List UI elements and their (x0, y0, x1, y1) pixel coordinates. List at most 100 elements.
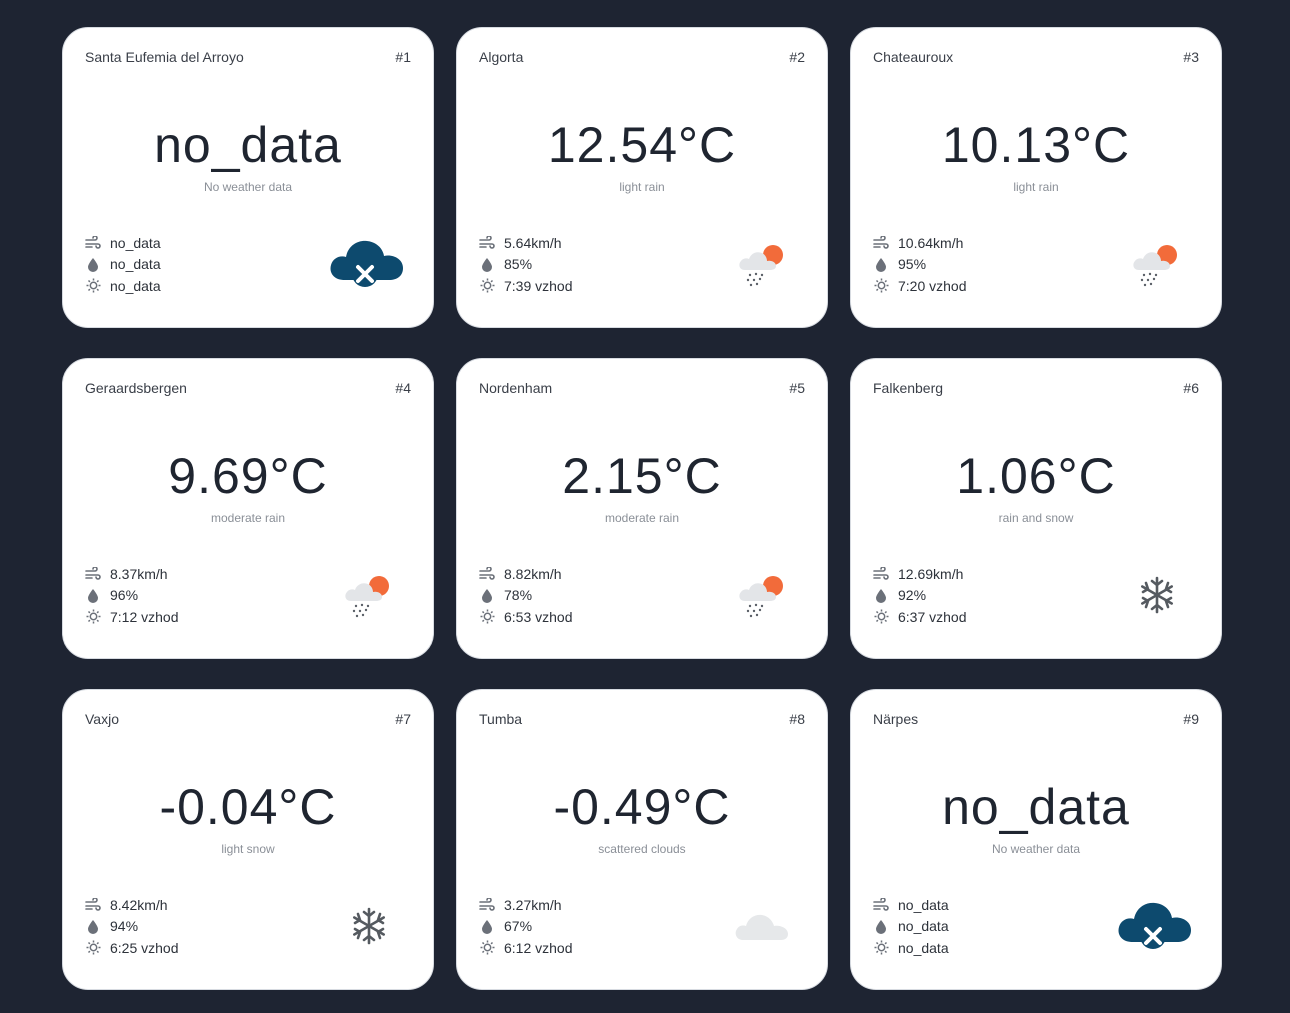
sunrise-stat: 7:12 vzhod (85, 606, 179, 628)
humidity-value: 67% (504, 918, 533, 935)
card-index: #6 (1183, 380, 1199, 396)
wind-icon (479, 897, 495, 913)
humidity-stat: 94% (85, 916, 179, 938)
weather-card[interactable]: Närpes #9 no_data No weather data no_dat… (850, 689, 1222, 990)
temperature: 9.69°C (168, 448, 328, 504)
weather-card[interactable]: Falkenberg #6 1.06°C rain and snow 12.69… (850, 358, 1222, 659)
sun-icon (873, 278, 889, 294)
temperature: 2.15°C (562, 448, 722, 504)
cloud-icon (733, 906, 791, 949)
wind-stat: no_data (873, 894, 949, 916)
sun-icon (479, 278, 495, 294)
humidity-value: 78% (504, 587, 533, 604)
card-index: #3 (1183, 49, 1199, 65)
wind-stat: 5.64km/h (479, 232, 573, 254)
card-index: #8 (789, 711, 805, 727)
humidity-value: no_data (110, 256, 161, 273)
humidity-value: 85% (504, 256, 533, 273)
city-name: Vaxjo (85, 711, 119, 727)
wind-icon (873, 235, 889, 251)
wind-icon (873, 897, 889, 913)
weather-stats: no_data no_data no_data (873, 894, 949, 959)
wind-stat: 8.42km/h (85, 894, 179, 916)
weather-stats: 8.37km/h 96% 7:12 vzhod (85, 563, 179, 628)
card-index: #5 (789, 380, 805, 396)
weather-card[interactable]: Chateauroux #3 10.13°C light rain 10.64k… (850, 27, 1222, 328)
sunrise-value: 6:12 vzhod (504, 939, 573, 956)
weather-card[interactable]: Santa Eufemia del Arroyo #1 no_data No w… (62, 27, 434, 328)
wind-value: 8.82km/h (504, 565, 562, 582)
sunrise-value: 7:20 vzhod (898, 277, 967, 294)
humidity-stat: 78% (479, 585, 573, 607)
weather-card[interactable]: Vaxjo #7 -0.04°C light snow 8.42km/h 94%… (62, 689, 434, 990)
temperature: 10.13°C (941, 117, 1131, 173)
sunrise-value: no_data (110, 277, 161, 294)
weather-stats: no_data no_data no_data (85, 232, 161, 297)
sun-icon (85, 609, 101, 625)
card-index: #1 (395, 49, 411, 65)
humidity-value: 96% (110, 587, 139, 604)
sunrise-stat: no_data (873, 937, 949, 959)
city-name: Falkenberg (873, 380, 944, 396)
humidity-stat: 95% (873, 254, 967, 276)
wind-icon (479, 566, 495, 582)
wind-icon (85, 566, 101, 582)
sunrise-value: no_data (898, 939, 949, 956)
wind-icon (85, 235, 101, 251)
weather-card[interactable]: Nordenham #5 2.15°C moderate rain 8.82km… (456, 358, 828, 659)
sunrise-stat: 7:39 vzhod (479, 275, 573, 297)
weather-description: No weather data (203, 180, 293, 194)
wind-value: 12.69km/h (898, 565, 964, 582)
droplet-icon (873, 256, 889, 272)
city-name: Santa Eufemia del Arroyo (85, 49, 244, 65)
weather-stats: 12.69km/h 92% 6:37 vzhod (873, 563, 967, 628)
sun-icon (85, 278, 101, 294)
city-name: Geraardsbergen (85, 380, 187, 396)
humidity-value: 94% (110, 918, 139, 935)
city-name: Nordenham (479, 380, 553, 396)
weather-card[interactable]: Tumba #8 -0.49°C scattered clouds 3.27km… (456, 689, 828, 990)
weather-description: scattered clouds (598, 842, 686, 856)
weather-description: moderate rain (210, 511, 286, 525)
sunrise-stat: 6:25 vzhod (85, 937, 179, 959)
humidity-stat: 67% (479, 916, 573, 938)
sunrise-stat: 6:37 vzhod (873, 606, 967, 628)
humidity-stat: 85% (479, 254, 573, 276)
humidity-value: no_data (898, 918, 949, 935)
temperature: 12.54°C (547, 117, 737, 173)
wind-value: 8.42km/h (110, 896, 168, 913)
temperature: no_data (154, 117, 342, 173)
wind-value: 3.27km/h (504, 896, 562, 913)
humidity-value: 92% (898, 587, 927, 604)
humidity-value: 95% (898, 256, 927, 273)
weather-card[interactable]: Geraardsbergen #4 9.69°C moderate rain 8… (62, 358, 434, 659)
wind-stat: no_data (85, 232, 161, 254)
sunrise-value: 6:37 vzhod (898, 608, 967, 625)
weather-card[interactable]: Algorta #2 12.54°C light rain 5.64km/h 8… (456, 27, 828, 328)
sunrise-stat: 6:53 vzhod (479, 606, 573, 628)
card-index: #2 (789, 49, 805, 65)
cloud-error-icon (1115, 896, 1193, 957)
sun-cloud-rain-icon (343, 571, 395, 624)
temperature: -0.49°C (553, 779, 731, 835)
sun-icon (479, 609, 495, 625)
sun-icon (479, 940, 495, 956)
temperature: no_data (942, 779, 1130, 835)
wind-value: 5.64km/h (504, 234, 562, 251)
sun-icon (85, 940, 101, 956)
weather-stats: 3.27km/h 67% 6:12 vzhod (479, 894, 573, 959)
sunrise-stat: no_data (85, 275, 161, 297)
card-index: #9 (1183, 711, 1199, 727)
city-name: Närpes (873, 711, 919, 727)
droplet-icon (873, 918, 889, 934)
humidity-stat: no_data (85, 254, 161, 276)
temperature: -0.04°C (159, 779, 337, 835)
humidity-stat: no_data (873, 916, 949, 938)
droplet-icon (85, 256, 101, 272)
droplet-icon (479, 918, 495, 934)
sun-cloud-rain-icon (1131, 240, 1183, 293)
droplet-icon (85, 587, 101, 603)
sunrise-stat: 7:20 vzhod (873, 275, 967, 297)
weather-description: light snow (221, 842, 275, 856)
sun-icon (873, 940, 889, 956)
